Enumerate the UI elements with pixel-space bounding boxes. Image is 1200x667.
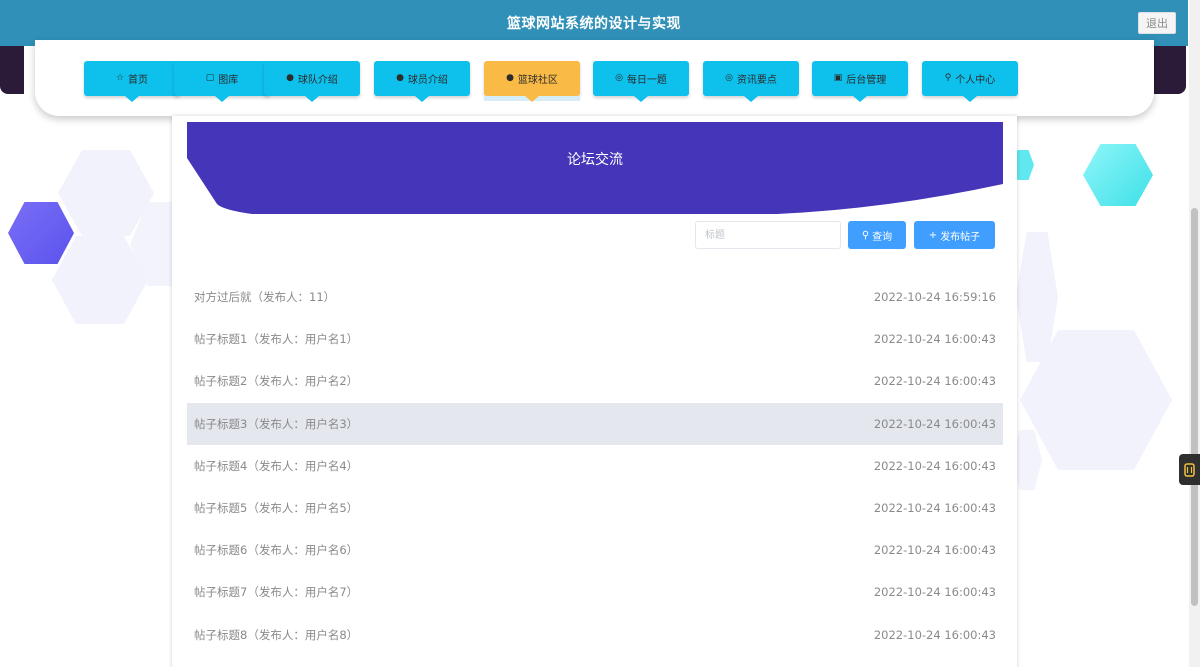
star-icon: ☆ [115, 73, 125, 83]
search-button-label: 查询 [872, 231, 893, 243]
page-scrollbar[interactable] [1189, 0, 1200, 667]
nav-item-label: 球队介绍 [297, 75, 338, 86]
post-title: 帖子标题3（发布人：用户名3） [194, 416, 359, 431]
title-search-input[interactable] [695, 221, 841, 249]
post-time: 2022-10-24 16:00:43 [873, 501, 996, 516]
post-time: 2022-10-24 16:00:43 [873, 374, 996, 389]
nav-item-5[interactable]: ◎ 每日一题 [593, 61, 689, 102]
background-hexagon-purple [8, 202, 74, 264]
post-list: 对方过后就（发布人：11） 2022-10-24 16:59:16 帖子标题1（发布… [187, 276, 1003, 656]
post-time: 2022-10-24 16:00:43 [873, 458, 996, 473]
post-time: 2022-10-24 16:00:43 [873, 543, 996, 558]
nav-item-7[interactable]: ▣ 后台管理 [812, 61, 908, 102]
nav-item-label: 球员介绍 [407, 75, 448, 86]
nav-item-label: 后台管理 [846, 75, 887, 86]
logout-button[interactable]: 退出 [1138, 12, 1176, 34]
plus-icon: + [928, 229, 938, 241]
post-time: 2022-10-24 16:00:43 [873, 585, 996, 600]
post-title: 帖子标题6（发布人：用户名6） [194, 543, 359, 558]
smile-icon: ◎ [725, 73, 733, 83]
search-button[interactable]: ⚲ 查询 [848, 221, 906, 249]
nav-item-label: 篮球社区 [517, 75, 558, 86]
post-title: 对方过后就（发布人：11） [194, 290, 336, 305]
post-title: 帖子标题4（发布人：用户名4） [194, 458, 359, 473]
post-title: 帖子标题2（发布人：用户名2） [194, 374, 359, 389]
nav-item-label: 个人中心 [955, 75, 996, 86]
nav-item-0[interactable]: ☆ 首页 [84, 61, 180, 102]
nav-item-label: 图库 [218, 75, 239, 86]
box-icon: ▣ [833, 73, 843, 83]
user-icon: ⚲ [944, 73, 952, 83]
nav-item-2[interactable]: ● 球队介绍 [264, 61, 360, 102]
post-title: 帖子标题8（发布人：用户名8） [194, 627, 359, 642]
background-strip [0, 40, 24, 94]
post-title: 帖子标题5（发布人：用户名5） [194, 501, 359, 516]
background-strip [1152, 40, 1186, 94]
new-post-button-label: 发布帖子 [940, 231, 981, 243]
cup-icon [1184, 462, 1195, 477]
nav-item-label: 首页 [128, 75, 149, 86]
forum-title: 论坛交流 [567, 152, 623, 168]
post-row[interactable]: 帖子标题4（发布人：用户名4） 2022-10-24 16:00:43 [187, 445, 1003, 487]
globe-icon: ◎ [615, 73, 623, 83]
post-row[interactable]: 帖子标题7（发布人：用户名7） 2022-10-24 16:00:43 [187, 571, 1003, 613]
nav-item-label: 资讯要点 [736, 75, 777, 86]
nav-item-6[interactable]: ◎ 资讯要点 [703, 61, 799, 102]
post-row[interactable]: 帖子标题8（发布人：用户名8） 2022-10-24 16:00:43 [187, 614, 1003, 656]
background-hexagon-cyan [1083, 144, 1153, 206]
post-time: 2022-10-24 16:00:43 [873, 332, 996, 347]
post-row[interactable]: 帖子标题3（发布人：用户名3） 2022-10-24 16:00:43 [187, 402, 1003, 445]
post-title: 帖子标题1（发布人：用户名1） [194, 332, 359, 347]
post-title: 帖子标题7（发布人：用户名7） [194, 585, 359, 600]
info-icon: ● [506, 73, 514, 83]
post-row[interactable]: 帖子标题5（发布人：用户名5） 2022-10-24 16:00:43 [187, 487, 1003, 529]
site-title: 篮球网站系统的设计与实现 [507, 16, 681, 32]
nav-item-label: 每日一题 [626, 75, 667, 86]
post-time: 2022-10-24 16:00:43 [873, 627, 996, 642]
nav-item-3[interactable]: ● 球员介绍 [374, 61, 470, 102]
post-time: 2022-10-24 16:59:16 [873, 290, 996, 305]
scrollbar-thumb[interactable] [1191, 208, 1198, 606]
post-row[interactable]: 对方过后就（发布人：11） 2022-10-24 16:59:16 [187, 276, 1003, 318]
bag-icon: ▢ [205, 73, 215, 83]
post-row[interactable]: 帖子标题1（发布人：用户名1） 2022-10-24 16:00:43 [187, 318, 1003, 360]
forum-banner: 论坛交流 [187, 122, 1003, 214]
main-nav: ☆ 首页 ▢ 图库 ● 球队介绍 ● 球员介绍 ● 篮球社区 ◎ 每日一题 ◎ 资讯要点 ▣ 后台管理 ⚲ 个人中… [35, 40, 1154, 116]
info-icon: ● [286, 73, 294, 83]
nav-item-4[interactable]: ● 篮球社区 [484, 61, 580, 102]
nav-item-8[interactable]: ⚲ 个人中心 [922, 61, 1018, 102]
post-row[interactable]: 帖子标题6（发布人：用户名6） 2022-10-24 16:00:43 [187, 529, 1003, 571]
new-post-button[interactable]: + 发布帖子 [914, 221, 995, 249]
search-icon: ⚲ [861, 229, 870, 241]
post-row[interactable]: 帖子标题2（发布人：用户名2） 2022-10-24 16:00:43 [187, 360, 1003, 402]
question-icon: ● [396, 73, 404, 83]
nav-item-1[interactable]: ▢ 图库 [174, 61, 270, 102]
side-widget-button[interactable] [1179, 454, 1200, 485]
post-time: 2022-10-24 16:00:43 [873, 416, 996, 431]
